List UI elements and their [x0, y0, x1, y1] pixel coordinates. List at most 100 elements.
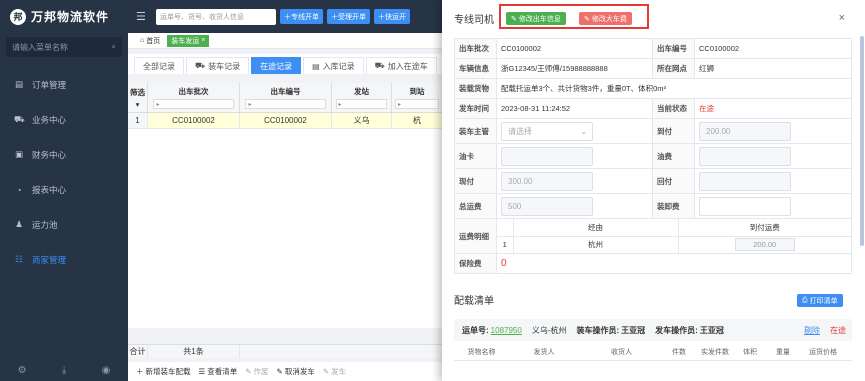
site-value: 红狮	[694, 58, 852, 79]
footer-label: 合计	[128, 345, 148, 358]
void-button[interactable]: ✎ 作废	[245, 366, 268, 377]
action-label: 取消发车	[284, 367, 315, 376]
sidebar-item-reports[interactable]: ◔ 报表中心	[0, 172, 128, 207]
panel-header: 专线司机 ✎ 修改出车信息 ✎ 修改大车费 ×	[442, 0, 865, 36]
column-filter-input[interactable]: ▸	[335, 99, 388, 109]
column-label: 运货价格	[809, 348, 837, 356]
remove-link[interactable]: 剔除	[804, 325, 820, 336]
action-label: 查看清单	[207, 367, 238, 376]
dispatch-button[interactable]: ✎ 发车	[323, 366, 346, 377]
tab-label: 装车发运	[171, 37, 200, 45]
cell-code[interactable]: CC0100002	[240, 113, 332, 128]
column-header[interactable]: 到站 ▸	[392, 83, 442, 112]
column-label: 出车批次	[178, 87, 209, 96]
loader-name: 王亚冠	[621, 325, 646, 335]
column-header[interactable]: 出车批次 ▸	[148, 83, 240, 112]
fuel-cell	[496, 143, 653, 169]
filter-glyph: ▸	[248, 101, 252, 108]
close-icon[interactable]: ×	[839, 12, 845, 24]
view-list-button[interactable]: ☰ 查看清单	[199, 366, 238, 377]
menu-search-placeholder: 请输入菜单名称	[12, 42, 68, 52]
column-header[interactable]: 筛选 ▾	[128, 83, 148, 112]
column-header[interactable]: 发站 ▸	[332, 83, 392, 112]
app-title: 万邦物流软件	[31, 10, 110, 24]
column-filter-input[interactable]: ▸	[153, 99, 234, 109]
edit-icon: ✎	[245, 367, 252, 376]
settings-icon[interactable]: ⚙	[18, 365, 27, 376]
sidebar-item-label: 运力池	[32, 219, 58, 230]
detail-amount-field[interactable]: 200.00	[734, 238, 795, 252]
status-value: 在途	[694, 98, 852, 119]
column-label: 筛选	[130, 87, 145, 97]
edit-dispatch-info-button[interactable]: ✎ 修改出车信息	[506, 12, 566, 25]
field-label: 油卡	[454, 143, 497, 169]
table-row[interactable]: 1 CC0100002 CC0100002 义乌 杭	[128, 113, 442, 129]
download-icon[interactable]: ⤓	[62, 365, 66, 376]
add-loading-button[interactable]: ＋新增装车配载	[136, 366, 191, 377]
menu-search-input[interactable]: 请输入菜单名称 ⌕	[6, 37, 122, 57]
sidebar-item-orders[interactable]: ▤ 订单管理	[0, 67, 128, 102]
tab-loading-records[interactable]: ⛟ 装车记录	[186, 57, 250, 74]
cell-batch[interactable]: CC0100002	[148, 113, 240, 128]
scrollbar[interactable]	[860, 36, 864, 246]
dedicated-line-order-button[interactable]: ＋ 专线开单	[280, 9, 323, 24]
sidebar-item-capacity[interactable]: ♟ 运力池	[0, 207, 128, 242]
total-value: 500	[508, 201, 522, 211]
return-pay-field[interactable]	[699, 171, 791, 191]
tab-loading-dispatch[interactable]: 装车发运 ×	[167, 34, 210, 47]
owner-select[interactable]: 请选择 ⌄	[501, 121, 593, 141]
sidebar-item-label: 业务中心	[32, 114, 67, 125]
sender-label: 发车操作员:	[655, 325, 698, 335]
arrive-value: 200.00	[706, 126, 731, 136]
express-order-button[interactable]: ＋ 快运开	[374, 9, 410, 24]
menu-toggle-icon[interactable]: ☰	[136, 10, 152, 23]
sidebar-item-business[interactable]: ⛟ 业务中心	[0, 102, 128, 137]
global-search-input[interactable]: 运单号、货号、收货人信息	[156, 8, 276, 25]
tab-add-in-transit[interactable]: ⛟ 加入在途车	[365, 57, 437, 74]
filter-icon[interactable]: ▾	[136, 100, 140, 109]
cell-to[interactable]: 杭	[392, 113, 442, 128]
column-filter-input[interactable]: ▸	[245, 99, 326, 109]
document-icon: ▤	[14, 79, 24, 89]
sidebar-item-merchants[interactable]: ☷ 商家管理	[0, 242, 128, 277]
print-manifest-button[interactable]: ⎙ 打印清单	[797, 294, 843, 307]
column-label: 出车编号	[270, 87, 301, 96]
avatar[interactable]: ◉	[102, 365, 111, 376]
cell-from[interactable]: 义乌	[332, 113, 392, 128]
cash-value: 300.00	[508, 176, 533, 186]
waybill-link[interactable]: 1087950	[491, 326, 522, 335]
column-filter-input[interactable]: ▸	[395, 99, 439, 109]
fuel-card-field[interactable]	[501, 146, 593, 166]
print-icon: ⎙	[802, 296, 808, 304]
unload-fee-field[interactable]	[699, 196, 791, 216]
manifest-title: 配载清单	[454, 296, 494, 307]
sidebar-footer: ⚙ ⤓ ◉	[0, 359, 128, 381]
row-number: 1	[128, 113, 148, 128]
cash-field[interactable]: 300.00	[501, 171, 593, 191]
edit-icon: ✎	[276, 367, 283, 376]
group-icon: ☷	[15, 254, 23, 264]
accept-order-button[interactable]: ＋ 受理开单	[327, 9, 370, 24]
search-icon[interactable]: ⌕	[112, 42, 116, 52]
column-header[interactable]: 出车编号 ▸	[240, 83, 332, 112]
cancel-dispatch-button[interactable]: ✎ 取消发车	[277, 366, 315, 377]
sidebar-item-finance[interactable]: ▣ 财务中心	[0, 137, 128, 172]
arrive-field[interactable]: 200.00	[699, 121, 791, 141]
close-icon[interactable]: ×	[201, 37, 205, 44]
tab-home[interactable]: ⌂ 首页	[136, 35, 164, 47]
list-icon: ☰	[198, 367, 206, 376]
total-fee-field[interactable]: 500	[501, 196, 593, 216]
main-area: ⌂ 首页 装车发运 × 全部记录 ⛟ 装车记录 在途记录 ▤ 入库记录 ⛟ 加入在途车 筛…	[128, 33, 442, 381]
fee-detail-table: 经由 到付运费 1 杭州 200.00	[497, 219, 851, 253]
tab-in-transit-records[interactable]: 在途记录	[251, 57, 302, 74]
time-value: 2023-08-31 11:24:52	[496, 98, 653, 119]
record-tabs: 全部记录 ⛟ 装车记录 在途记录 ▤ 入库记录 ⛟ 加入在途车	[128, 54, 442, 74]
oil-fee-field[interactable]	[699, 146, 791, 166]
detail-panel: 专线司机 ✎ 修改出车信息 ✎ 修改大车费 × 出车批次 CC0100002 出车编…	[442, 0, 865, 381]
action-label: 作废	[253, 367, 269, 376]
tab-inbound-records[interactable]: ▤ 入库记录	[303, 57, 364, 74]
truck-icon: ⛟	[14, 113, 25, 124]
edit-truck-fee-button[interactable]: ✎ 修改大车费	[579, 12, 632, 25]
tab-all-records[interactable]: 全部记录	[134, 57, 184, 74]
cash-cell: 300.00	[496, 168, 653, 194]
